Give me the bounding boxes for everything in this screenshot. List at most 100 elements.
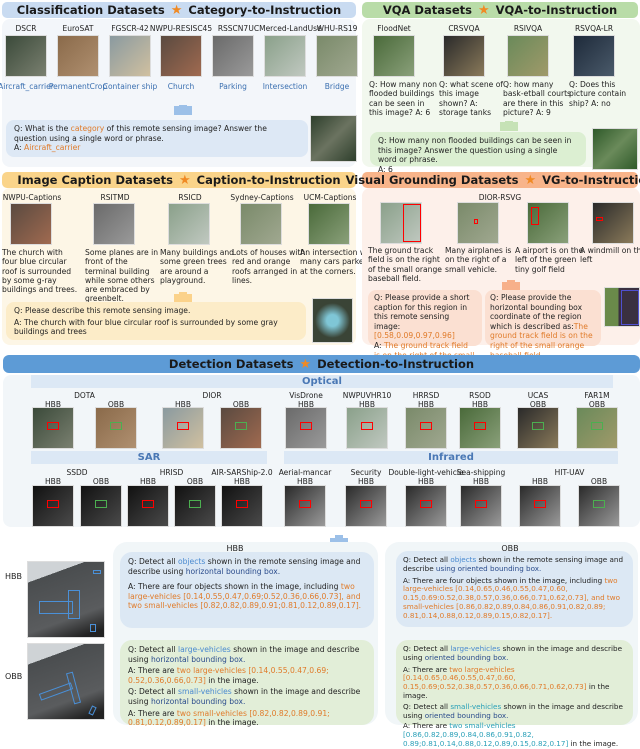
sar-bar: SAR bbox=[31, 451, 267, 464]
detection-thumbnail bbox=[95, 407, 137, 449]
question: Q: Detect all large-vehicles shown in th… bbox=[128, 645, 366, 664]
dataset-name: Double-light-vehicle bbox=[388, 468, 464, 477]
answer: A: There are four objects shown in the i… bbox=[403, 576, 626, 621]
text-segment: A: bbox=[374, 340, 385, 350]
question: Q: Please provide the horizontal boundin… bbox=[490, 293, 596, 360]
aircraft-carrier-thumbnail bbox=[310, 115, 357, 162]
bounding-box bbox=[47, 500, 59, 508]
dataset-thumbnail bbox=[443, 35, 485, 77]
dataset-thumbnail bbox=[93, 203, 135, 245]
infrared-bar: Infrared bbox=[284, 451, 618, 464]
highlighted-text: oriented bounding box. bbox=[424, 710, 509, 720]
category-label: Container ship bbox=[102, 82, 158, 91]
bounding-box bbox=[299, 500, 311, 508]
text-segment: Q: Please provide the horizontal boundin… bbox=[490, 293, 583, 331]
down-arrow-icon bbox=[502, 280, 520, 290]
hbb-example-image bbox=[27, 561, 105, 638]
dataset-name: DSCR bbox=[15, 24, 37, 33]
detection-thumbnail bbox=[519, 485, 561, 527]
highlighted-text: small-vehicles bbox=[450, 701, 502, 711]
caption-text: Lots of houses with red and orange roofs… bbox=[232, 248, 306, 285]
vg-title: Visual Grounding Datasets bbox=[345, 173, 519, 187]
vg-header: Visual Grounding Datasets ★ VG-to-Instru… bbox=[346, 172, 640, 188]
text-segment: Q: Detect all bbox=[403, 644, 451, 653]
dataset-name: Security bbox=[350, 468, 382, 477]
text-segment: A: There are bbox=[403, 664, 450, 674]
dataset-name: NWPU-Captions bbox=[2, 193, 62, 202]
highlighted-text: objects bbox=[177, 557, 206, 566]
bounding-box bbox=[475, 500, 487, 508]
dataset-name: VisDrone bbox=[289, 391, 323, 400]
detection-thumbnail bbox=[284, 485, 326, 527]
text-segment: A: The church with four blue circular ro… bbox=[14, 317, 278, 337]
bounding-box bbox=[531, 207, 539, 225]
dataset-name: UCMerced-LandUse bbox=[248, 24, 322, 33]
text-segment: in the image. bbox=[205, 718, 259, 728]
detection-thumbnail bbox=[405, 407, 447, 449]
detection-thumbnail bbox=[174, 485, 216, 527]
qa-example: Q: How many non flooded buildings can be… bbox=[369, 80, 437, 117]
dataset-thumbnail bbox=[57, 35, 99, 77]
obb-per-class-box: Q: Detect all large-vehicles shown in th… bbox=[396, 640, 633, 748]
dataset-thumbnail bbox=[5, 35, 47, 77]
optical-bar: Optical bbox=[31, 375, 613, 388]
caption-subtitle: Caption-to-Instruction bbox=[196, 173, 341, 187]
classification-qa-box: Q: What is the category of this remote s… bbox=[6, 120, 308, 157]
vqa-subtitle: VQA-to-Instruction bbox=[495, 3, 618, 17]
dataset-thumbnail bbox=[10, 203, 52, 245]
dataset-name: UCM-Captions bbox=[303, 193, 357, 202]
vqa-title: VQA Datasets bbox=[382, 3, 472, 17]
star-icon: ★ bbox=[170, 2, 183, 18]
classification-subtitle: Category-to-Instruction bbox=[188, 3, 342, 17]
text-segment: in the image. bbox=[205, 675, 259, 685]
text-segment: Q: Detect all bbox=[128, 687, 178, 697]
dataset-thumbnail bbox=[212, 35, 254, 77]
bounding-box bbox=[474, 219, 478, 224]
detection-header: Detection Datasets ★ Detection-to-Instru… bbox=[3, 355, 640, 373]
star-icon: ★ bbox=[299, 356, 312, 372]
answer: A: The church with four blue circular ro… bbox=[14, 318, 298, 337]
dataset-name: RSVQA-LR bbox=[574, 24, 614, 33]
highlighted-text: large-vehicles bbox=[177, 645, 231, 654]
detection-thumbnail bbox=[578, 485, 620, 527]
dataset-thumbnail bbox=[316, 35, 358, 77]
detection-thumbnail bbox=[285, 407, 327, 449]
detection-thumbnail bbox=[345, 485, 387, 527]
category-label: Church bbox=[167, 82, 195, 91]
dataset-name: AIR-SARShip-2.0 bbox=[211, 468, 273, 477]
bounding-box bbox=[591, 422, 603, 430]
dataset-name: RSOD bbox=[469, 391, 491, 400]
classification-header: Classification Datasets ★ Category-to-In… bbox=[2, 2, 356, 18]
text-segment: Q: How many non flooded buildings can be… bbox=[378, 136, 572, 165]
grounding-thumbnail bbox=[457, 202, 499, 244]
text-segment: Q: Detect all bbox=[128, 645, 178, 654]
highlighted-text: small-vehicles bbox=[177, 687, 232, 697]
caption-text: The church with four blue circular roof … bbox=[2, 248, 78, 295]
dataset-name: HIT-UAV bbox=[554, 468, 585, 477]
text-segment: Q: Detect all bbox=[403, 555, 451, 564]
bounding-box bbox=[403, 204, 421, 242]
bounding-box bbox=[420, 500, 432, 508]
vg-qa-box-caption: Q: Please provide a short caption for th… bbox=[368, 290, 482, 369]
highlighted-text: [0.58,0.09,0.97,0.96] bbox=[374, 331, 455, 341]
bounding-box bbox=[361, 422, 373, 430]
detection-thumbnail bbox=[220, 407, 262, 449]
detection-subtitle: Detection-to-Instruction bbox=[317, 357, 475, 371]
dataset-thumbnail bbox=[264, 35, 306, 77]
category-label: Aircraft_carrier bbox=[0, 82, 54, 91]
detection-thumbnail bbox=[162, 407, 204, 449]
dataset-thumbnail bbox=[308, 203, 350, 245]
text-segment: Q: What is the bbox=[14, 124, 71, 133]
highlighted-text: horizontal bounding box. bbox=[150, 654, 246, 664]
grounding-caption: A windmill on the left bbox=[580, 246, 640, 265]
qa-example: Q: Does this picture contain ship? A: no bbox=[569, 80, 627, 108]
dataset-name: NWPU-RESISC45 bbox=[149, 24, 213, 33]
answer: A: There are two large-vehicles [0.14,0.… bbox=[403, 664, 626, 701]
dataset-thumbnail bbox=[373, 35, 415, 77]
highlighted-text: large-vehicles bbox=[450, 644, 501, 653]
question: Q: What is the category of this remote s… bbox=[14, 124, 300, 143]
bounding-box bbox=[95, 500, 107, 508]
dataset-name: Aerial-mancar bbox=[278, 468, 332, 477]
question: Q: How many non flooded buildings can be… bbox=[378, 136, 578, 165]
down-arrow-icon bbox=[174, 105, 192, 115]
